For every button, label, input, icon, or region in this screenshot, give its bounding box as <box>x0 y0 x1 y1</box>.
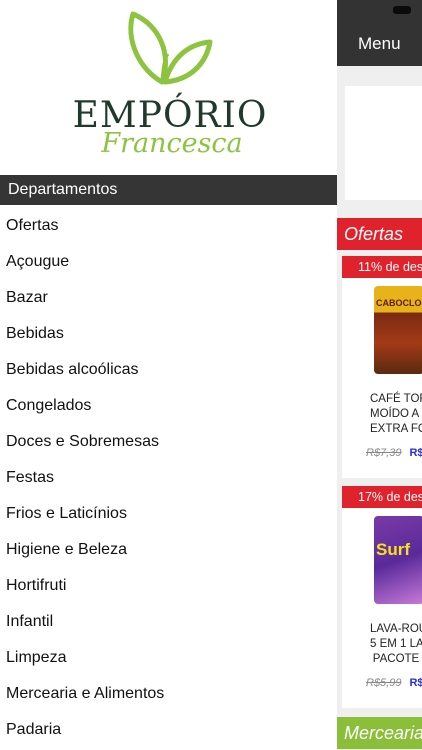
menu-title[interactable]: Menu <box>358 34 401 54</box>
department-item-ofertas[interactable]: Ofertas <box>0 208 337 244</box>
product-prices: R$7,39 R$ <box>366 447 422 459</box>
product-card[interactable]: 17% de des Surf LAVA-ROUPA 5 EM 1 LAVAN … <box>342 486 422 708</box>
old-price: R$7,39 <box>366 447 402 459</box>
department-item-doces-sobremesas[interactable]: Doces e Sobremesas <box>0 424 337 460</box>
old-price: R$5,99 <box>366 677 402 689</box>
department-item-congelados[interactable]: Congelados <box>0 388 337 424</box>
leaf-left-icon <box>128 11 168 85</box>
department-item-acougue[interactable]: Açougue <box>0 244 337 280</box>
department-item-bebidas-alcoolicas[interactable]: Bebidas alcoólicas <box>0 352 337 388</box>
status-indicator <box>393 6 411 14</box>
department-item-higiene-beleza[interactable]: Higiene e Beleza <box>0 532 337 568</box>
product-name: CAFÉ TORR MOÍDO A V EXTRA FORT <box>370 393 422 435</box>
leaf-right-icon <box>162 39 213 85</box>
departments-header: Departamentos <box>0 175 337 205</box>
department-item-bebidas[interactable]: Bebidas <box>0 316 337 352</box>
product-image[interactable]: CABOCLO <box>374 286 422 374</box>
top-bar: Menu <box>337 0 422 66</box>
department-item-bazar[interactable]: Bazar <box>0 280 337 316</box>
department-item-limpeza[interactable]: Limpeza <box>0 640 337 676</box>
product-brand-text: CABOCLO <box>376 298 422 308</box>
mercearia-section-title: Mercearia <box>337 717 422 749</box>
department-item-mercearia-alimentos[interactable]: Mercearia e Alimentos <box>0 676 337 712</box>
department-item-frios-laticinios[interactable]: Frios e Laticínios <box>0 496 337 532</box>
department-item-infantil[interactable]: Infantil <box>0 604 337 640</box>
side-drawer: EMPÓRIO Francesca Departamentos Ofertas … <box>0 0 337 750</box>
new-price: R$ <box>409 447 422 459</box>
logo-word-2: Francesca <box>100 128 242 159</box>
department-item-hortifruti[interactable]: Hortifruti <box>0 568 337 604</box>
new-price: R$ <box>409 677 422 689</box>
store-logo: EMPÓRIO Francesca <box>73 11 266 159</box>
product-card[interactable]: 11% de des CABOCLO CAFÉ TORR MOÍDO A V E… <box>342 256 422 478</box>
discount-badge: 17% de des <box>342 486 422 508</box>
product-prices: R$5,99 R$ <box>366 677 422 689</box>
department-item-padaria[interactable]: Padaria <box>0 712 337 748</box>
product-image[interactable]: Surf <box>374 516 422 604</box>
departments-list: Ofertas Açougue Bazar Bebidas Bebidas al… <box>0 208 337 748</box>
product-name: LAVA-ROUPA 5 EM 1 LAVAN PACOTE <box>370 623 422 665</box>
ofertas-section-title: Ofertas <box>337 218 422 250</box>
department-item-festas[interactable]: Festas <box>0 460 337 496</box>
main-app-screen: Menu Ofertas 11% de des CABOCLO CAFÉ TOR… <box>337 0 422 750</box>
product-brand-text: Surf <box>376 540 410 559</box>
banner-area[interactable] <box>345 86 422 200</box>
discount-badge: 11% de des <box>342 256 422 278</box>
